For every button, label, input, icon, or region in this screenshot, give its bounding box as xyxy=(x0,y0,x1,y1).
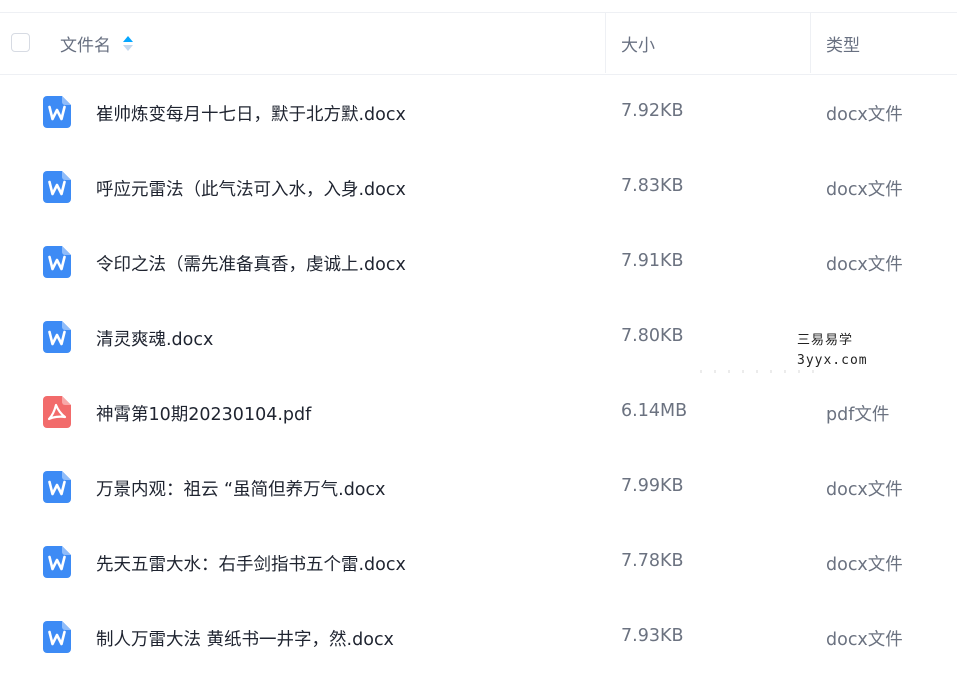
file-row[interactable]: 先天五雷大水：右手剑指书五个雷.docx 7.78KB docx文件 xyxy=(0,525,957,600)
word-doc-icon xyxy=(43,471,71,503)
select-all-checkbox[interactable] xyxy=(11,33,30,52)
column-header-size[interactable]: 大小 xyxy=(621,31,655,56)
file-type: pdf文件 xyxy=(826,405,890,425)
word-doc-icon xyxy=(43,171,71,203)
file-row[interactable]: 令印之法（需先准备真香，虔诚上.docx 7.91KB docx文件 xyxy=(0,225,957,300)
file-name[interactable]: 令印之法（需先准备真香，虔诚上.docx xyxy=(96,251,406,276)
column-header-type[interactable]: 类型 xyxy=(826,31,860,56)
column-divider[interactable] xyxy=(605,13,606,73)
watermark-line2: 3yyx.com xyxy=(797,353,868,368)
column-header-name[interactable]: 文件名 xyxy=(60,31,133,56)
word-doc-icon xyxy=(43,621,71,653)
file-size: 7.83KB xyxy=(621,176,684,196)
file-name[interactable]: 呼应元雷法（此气法可入水，入身.docx xyxy=(96,176,406,201)
file-type: docx文件 xyxy=(826,480,903,500)
file-type: docx文件 xyxy=(826,630,903,650)
word-doc-icon xyxy=(43,246,71,278)
file-row[interactable]: 神霄第10期20230104.pdf 6.14MB pdf文件 xyxy=(0,375,957,450)
sort-descending-arrow xyxy=(123,44,133,51)
file-size: 7.93KB xyxy=(621,626,684,646)
file-type: docx文件 xyxy=(826,180,903,200)
watermark: 三易易学 3yyx.com xyxy=(797,331,868,371)
file-size: 7.99KB xyxy=(621,476,684,496)
file-row[interactable]: 呼应元雷法（此气法可入水，入身.docx 7.83KB docx文件 xyxy=(0,150,957,225)
word-doc-icon xyxy=(43,546,71,578)
word-doc-icon xyxy=(43,321,71,353)
file-name[interactable]: 先天五雷大水：右手剑指书五个雷.docx xyxy=(96,551,406,576)
file-size: 6.14MB xyxy=(621,401,688,421)
file-size: 7.80KB xyxy=(621,326,684,346)
file-type: docx文件 xyxy=(826,555,903,575)
watermark-line1: 三易易学 xyxy=(797,333,854,348)
file-name[interactable]: 清灵爽魂.docx xyxy=(96,326,213,351)
file-size: 7.92KB xyxy=(621,101,684,121)
sort-icon[interactable] xyxy=(123,35,133,53)
file-row[interactable]: 万景内观：祖云 “虽简但养万气.docx 7.99KB docx文件 xyxy=(0,450,957,525)
file-name[interactable]: 制人万雷大法 黄纸书一井字，然.docx xyxy=(96,626,394,651)
column-header-size-label: 大小 xyxy=(621,36,655,56)
list-header: 文件名 大小 类型 xyxy=(0,13,957,75)
file-size: 7.91KB xyxy=(621,251,684,271)
file-type: docx文件 xyxy=(826,105,903,125)
file-size: 7.78KB xyxy=(621,551,684,571)
file-name[interactable]: 崔帅炼变每月十七日，默于北方默.docx xyxy=(96,101,406,126)
column-divider[interactable] xyxy=(810,13,811,73)
column-header-type-label: 类型 xyxy=(826,36,860,56)
file-row[interactable]: 制人万雷大法 黄纸书一井字，然.docx 7.93KB docx文件 xyxy=(0,600,957,675)
file-name[interactable]: 万景内观：祖云 “虽简但养万气.docx xyxy=(96,476,385,501)
file-list: 文件名 大小 类型 崔帅炼变每月十七日，默于北方默.docx 7.92KB do… xyxy=(0,0,957,699)
file-name[interactable]: 神霄第10期20230104.pdf xyxy=(96,401,311,426)
sort-ascending-arrow xyxy=(123,35,133,42)
pdf-icon xyxy=(43,396,71,428)
word-doc-icon xyxy=(43,96,71,128)
column-header-name-label: 文件名 xyxy=(60,36,111,56)
file-row[interactable]: 崔帅炼变每月十七日，默于北方默.docx 7.92KB docx文件 xyxy=(0,75,957,150)
file-type: docx文件 xyxy=(826,255,903,275)
